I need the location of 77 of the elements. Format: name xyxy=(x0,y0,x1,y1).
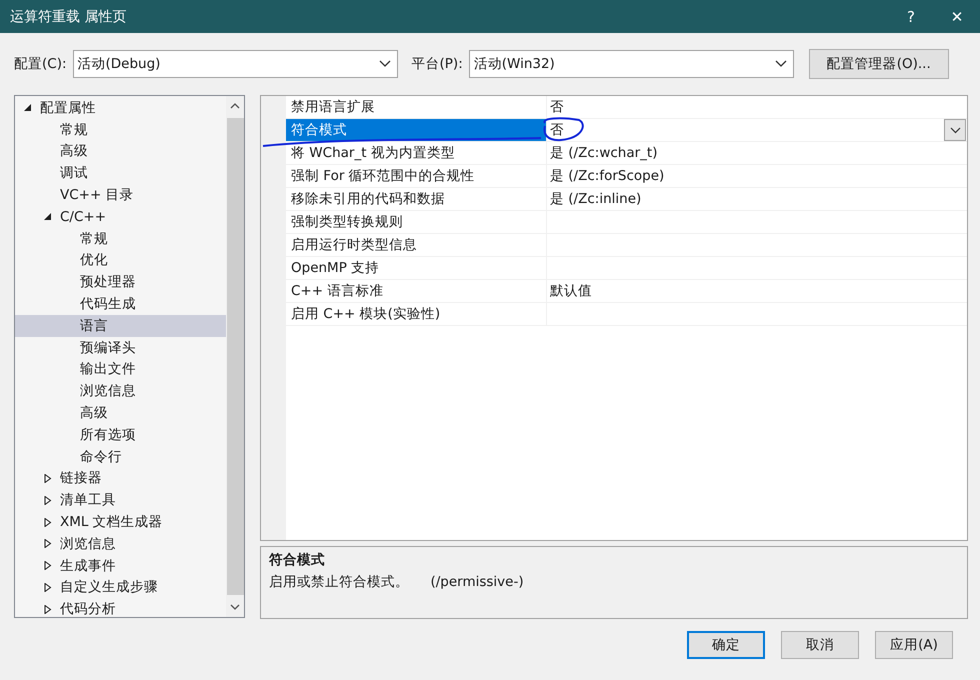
tree-item[interactable]: 优化 xyxy=(15,250,226,272)
property-row[interactable]: 将 WChar_t 视为内置类型 是 (/Zc:wchar_t) xyxy=(286,142,967,165)
description-title: 符合模式 xyxy=(269,551,326,569)
tree-item[interactable]: 输出文件 xyxy=(15,358,226,380)
platform-dropdown[interactable]: 活动(Win32) xyxy=(468,50,794,78)
property-row[interactable]: 强制 For 循环范围中的合规性 是 (/Zc:forScope) xyxy=(286,165,967,188)
property-name: OpenMP 支持 xyxy=(286,257,547,279)
property-name: 移除未引用的代码和数据 xyxy=(286,188,547,210)
property-value: 是 (/Zc:forScope) xyxy=(549,167,666,186)
tree-item[interactable]: 清单工具 xyxy=(15,489,226,512)
tree-item[interactable]: 高级 xyxy=(15,402,226,424)
config-manager-button[interactable]: 配置管理器(O)... xyxy=(808,49,949,79)
property-name: 强制 For 循环范围中的合规性 xyxy=(286,165,547,187)
property-row[interactable]: 启用 C++ 模块(实验性) xyxy=(286,303,967,326)
dropdown-caret-icon xyxy=(378,60,391,68)
collapsed-triangle-icon[interactable] xyxy=(43,496,52,505)
collapsed-triangle-icon[interactable] xyxy=(43,561,52,570)
collapsed-triangle-icon[interactable] xyxy=(43,474,52,483)
dialog-button[interactable]: 应用(A) xyxy=(875,631,953,659)
tree-item[interactable]: 自定义生成步骤 xyxy=(15,576,226,598)
property-row[interactable]: 强制类型转换规则 xyxy=(286,211,967,234)
tree-item[interactable]: XML 文档生成器 xyxy=(15,511,226,533)
tree-item[interactable]: 常规 xyxy=(15,228,226,250)
config-dropdown[interactable]: 活动(Debug) xyxy=(72,50,398,78)
property-row[interactable]: C++ 语言标准 默认值 xyxy=(286,280,967,303)
description-text: 启用或禁止符合模式。 (/permissive-) xyxy=(269,573,525,591)
property-name: C++ 语言标准 xyxy=(286,280,547,302)
property-name: 符合模式 xyxy=(286,119,547,141)
tree-item[interactable]: 命令行 xyxy=(15,446,226,468)
scroll-down-icon[interactable] xyxy=(230,604,240,610)
tree-item[interactable]: 代码生成 xyxy=(15,293,226,315)
property-name: 启用 C++ 模块(实验性) xyxy=(286,303,547,325)
property-value: 默认值 xyxy=(549,282,593,301)
tree-item[interactable]: 代码分析 xyxy=(15,598,226,620)
scroll-up-icon[interactable] xyxy=(230,103,240,109)
tree-item[interactable]: 语言 xyxy=(15,314,226,337)
dialog-button[interactable]: 取消 xyxy=(781,631,859,659)
tree-item[interactable]: VC++ 目录 xyxy=(15,184,226,206)
property-value: 是 (/Zc:wchar_t) xyxy=(549,144,658,163)
caret-icon xyxy=(950,126,960,134)
config-label: 配置(C): xyxy=(14,55,67,73)
property-name: 强制类型转换规则 xyxy=(286,211,547,233)
tree-item[interactable]: 高级 xyxy=(15,140,226,162)
property-name: 禁用语言扩展 xyxy=(286,96,547,118)
tree-item[interactable]: 预处理器 xyxy=(15,271,226,294)
value-dropdown-button[interactable] xyxy=(944,119,966,141)
property-name: 将 WChar_t 视为内置类型 xyxy=(286,142,547,164)
expanded-triangle-icon[interactable] xyxy=(43,212,52,222)
property-value: 否 xyxy=(549,98,565,117)
help-button[interactable]: ? xyxy=(888,0,934,33)
property-name: 启用运行时类型信息 xyxy=(286,234,547,256)
tree-item[interactable]: 常规 xyxy=(15,118,226,141)
window-title: 运算符重载 属性页 xyxy=(10,8,128,26)
dropdown-caret-icon xyxy=(774,60,787,68)
platform-label: 平台(P): xyxy=(412,55,463,73)
tree-item[interactable]: 浏览信息 xyxy=(15,380,226,402)
collapsed-triangle-icon[interactable] xyxy=(43,518,52,527)
property-value: 否 xyxy=(549,121,565,140)
close-button[interactable]: ✕ xyxy=(934,0,980,33)
tree-item[interactable]: 预编译头 xyxy=(15,336,226,359)
collapsed-triangle-icon[interactable] xyxy=(43,604,52,614)
tree-item[interactable]: 浏览信息 xyxy=(15,532,226,555)
property-value: 是 (/Zc:inline) xyxy=(549,190,642,209)
property-row[interactable]: OpenMP 支持 xyxy=(286,257,967,280)
expanded-triangle-icon[interactable] xyxy=(23,103,32,112)
property-row[interactable]: 符合模式 否 xyxy=(286,119,967,142)
dialog-button[interactable]: 确定 xyxy=(687,631,765,659)
tree-item[interactable]: 配置属性 xyxy=(15,97,226,119)
tree-item[interactable]: 调试 xyxy=(15,162,226,184)
collapsed-triangle-icon[interactable] xyxy=(43,582,52,592)
tree-item[interactable]: 链接器 xyxy=(15,468,226,490)
tree-item[interactable]: C/C++ xyxy=(15,206,226,228)
tree-item[interactable]: 生成事件 xyxy=(15,554,226,577)
collapsed-triangle-icon[interactable] xyxy=(43,539,52,548)
property-row[interactable]: 启用运行时类型信息 xyxy=(286,234,967,257)
property-row[interactable]: 移除未引用的代码和数据 是 (/Zc:inline) xyxy=(286,188,967,211)
tree-item[interactable]: 所有选项 xyxy=(15,424,226,446)
